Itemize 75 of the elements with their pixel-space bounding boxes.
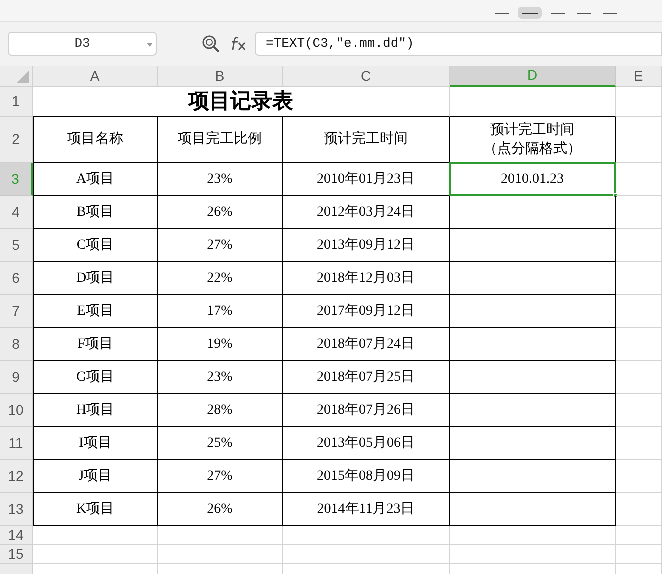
table-cell[interactable]: I项目 xyxy=(33,427,158,460)
table-cell[interactable] xyxy=(450,460,616,493)
table-cell[interactable]: 19% xyxy=(158,328,283,361)
row-header[interactable]: 9 xyxy=(0,361,33,394)
header-cell[interactable]: 项目名称 xyxy=(33,117,158,163)
table-cell[interactable] xyxy=(450,196,616,229)
table-cell[interactable]: E项目 xyxy=(33,295,158,328)
table-cell[interactable]: 2010年01月23日 xyxy=(283,163,450,196)
table-cell[interactable] xyxy=(450,361,616,394)
table-cell[interactable]: 2013年09月12日 xyxy=(283,229,450,262)
row-header[interactable]: 13 xyxy=(0,493,33,526)
row-header[interactable]: 7 xyxy=(0,295,33,328)
table-cell[interactable]: 2014年11月23日 xyxy=(283,493,450,526)
table-cell[interactable]: 27% xyxy=(158,229,283,262)
title-cell[interactable]: 项目记录表 xyxy=(33,87,450,117)
row-header[interactable]: 6 xyxy=(0,262,33,295)
header-cell[interactable]: 预计完工时间 xyxy=(283,117,450,163)
table-cell[interactable]: 26% xyxy=(158,196,283,229)
row-header[interactable]: 2 xyxy=(0,117,33,163)
table-cell[interactable] xyxy=(450,394,616,427)
table-cell[interactable]: 2018年12月03日 xyxy=(283,262,450,295)
row-header[interactable]: 1 xyxy=(0,87,33,117)
header-cell[interactable]: 项目完工比例 xyxy=(158,117,283,163)
row-header[interactable]: 14 xyxy=(0,526,33,545)
table-cell[interactable]: 2018年07月26日 xyxy=(283,394,450,427)
table-cell[interactable]: 25% xyxy=(158,427,283,460)
select-all-icon[interactable] xyxy=(17,71,29,83)
row-header[interactable]: 12 xyxy=(0,460,33,493)
table-cell[interactable] xyxy=(450,493,616,526)
column-header[interactable]: B xyxy=(158,66,283,87)
table-cell[interactable] xyxy=(450,427,616,460)
align-icon[interactable] xyxy=(518,7,542,19)
table-cell[interactable]: 2015年08月09日 xyxy=(283,460,450,493)
table-cell[interactable] xyxy=(450,295,616,328)
name-box[interactable]: D3 xyxy=(8,32,157,56)
row-header[interactable]: 15 xyxy=(0,545,33,564)
formula-field[interactable]: =TEXT(C3,"e.mm.dd") xyxy=(255,32,662,56)
table-cell[interactable]: G项目 xyxy=(33,361,158,394)
column-header[interactable]: C xyxy=(283,66,450,87)
table-cell[interactable]: 28% xyxy=(158,394,283,427)
function-icon[interactable] xyxy=(229,36,247,52)
table-cell[interactable]: B项目 xyxy=(33,196,158,229)
table-cell[interactable]: 2018年07月25日 xyxy=(283,361,450,394)
table-cell[interactable]: 2018年07月24日 xyxy=(283,328,450,361)
table-cell[interactable]: A项目 xyxy=(33,163,158,196)
table-cell[interactable]: 2010.01.23 xyxy=(450,163,616,196)
zoom-icon[interactable] xyxy=(202,35,220,53)
dropdown-caret-icon[interactable] xyxy=(147,43,153,47)
table-cell[interactable]: J项目 xyxy=(33,460,158,493)
table-cell[interactable] xyxy=(450,328,616,361)
table-cell[interactable]: F项目 xyxy=(33,328,158,361)
row-header[interactable]: 8 xyxy=(0,328,33,361)
header-cell[interactable]: 预计完工时间（点分隔格式） xyxy=(450,117,616,163)
row-header[interactable]: 4 xyxy=(0,196,33,229)
table-cell[interactable]: 27% xyxy=(158,460,283,493)
row-header[interactable]: 5 xyxy=(0,229,33,262)
table-cell[interactable]: 22% xyxy=(158,262,283,295)
table-cell[interactable]: 2017年09月12日 xyxy=(283,295,450,328)
table-cell[interactable]: 2013年05月06日 xyxy=(283,427,450,460)
table-cell[interactable] xyxy=(450,229,616,262)
table-cell[interactable]: 26% xyxy=(158,493,283,526)
cell-reference: D3 xyxy=(74,35,90,54)
row-header[interactable]: 10 xyxy=(0,394,33,427)
table-cell[interactable]: K项目 xyxy=(33,493,158,526)
column-header[interactable]: A xyxy=(33,66,158,87)
table-cell[interactable]: D项目 xyxy=(33,262,158,295)
table-cell[interactable]: 23% xyxy=(158,163,283,196)
table-cell[interactable]: H项目 xyxy=(33,394,158,427)
column-header[interactable]: E xyxy=(616,66,662,87)
table-cell[interactable]: 23% xyxy=(158,361,283,394)
table-cell[interactable]: C项目 xyxy=(33,229,158,262)
table-cell[interactable]: 2012年03月24日 xyxy=(283,196,450,229)
table-cell[interactable]: 17% xyxy=(158,295,283,328)
row-header[interactable]: 11 xyxy=(0,427,33,460)
table-cell[interactable] xyxy=(450,262,616,295)
